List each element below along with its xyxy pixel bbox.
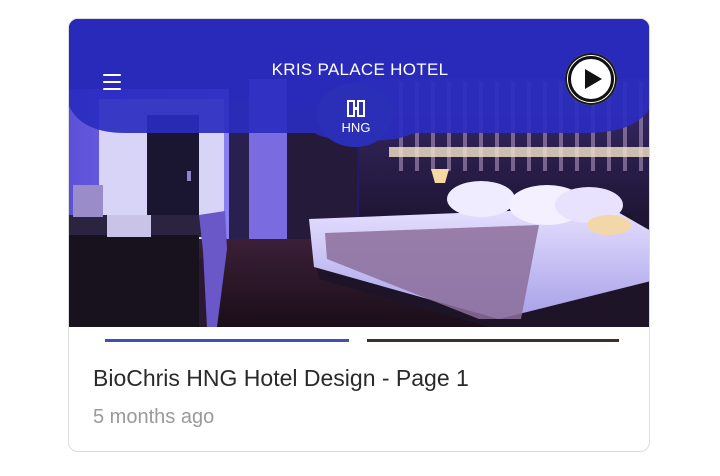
slide-indicator [105,339,619,343]
card-title[interactable]: BioChris HNG Hotel Design - Page 1 [93,365,469,392]
hamburger-menu-icon[interactable] [103,74,121,90]
logo-text: HNG [341,120,371,135]
card-thumbnail[interactable]: HNG KRIS PALACE HOTEL [69,19,649,327]
play-icon [585,69,602,89]
slide-indicator-active[interactable] [105,339,349,342]
play-button[interactable] [565,53,617,105]
design-card[interactable]: HNG KRIS PALACE HOTEL BioChris HNG Hotel… [68,18,650,452]
card-timestamp: 5 months ago [93,406,215,428]
hng-logo-icon [347,100,365,117]
slide-indicator-next[interactable] [367,339,619,342]
hotel-name: KRIS PALACE HOTEL [271,60,449,79]
